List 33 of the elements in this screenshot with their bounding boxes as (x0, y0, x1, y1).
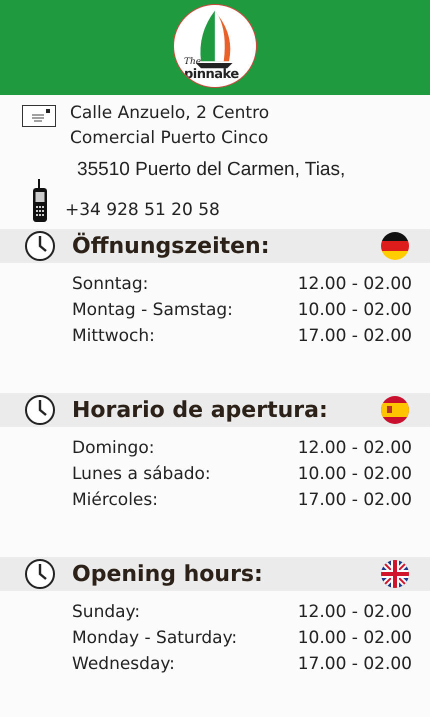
day-label: Mittwoch: (72, 325, 155, 348)
clock-icon (24, 394, 56, 426)
clock-icon (24, 230, 56, 262)
day-label: Sonntag: (72, 273, 148, 296)
city-text: 35510 Puerto del Carmen, Tias, (77, 159, 346, 181)
phone-number: +34 928 51 20 58 (65, 199, 220, 222)
hours-text: 10.00 - 02.00 (298, 627, 412, 650)
section-title: Öffnungszeiten: (72, 234, 271, 258)
flag-icon (380, 395, 410, 425)
day-label: Domingo: (72, 437, 154, 460)
flag-icon (380, 559, 410, 589)
flag-icon (380, 231, 410, 261)
section-title: Opening hours: (72, 562, 264, 586)
day-label: Montag - Samstag: (72, 299, 233, 322)
section-title: Horario de apertura: (72, 398, 329, 422)
mobile-phone-icon (32, 179, 48, 223)
envelope-icon (22, 105, 56, 127)
day-label: Miércoles: (72, 489, 158, 512)
clock-icon (24, 558, 56, 590)
day-label: Sunday: (72, 601, 140, 624)
address-line: Calle Anzuelo, 2 Centro (70, 102, 270, 125)
day-label: Monday - Saturday: (72, 627, 238, 650)
hours-text: 12.00 - 02.00 (298, 437, 412, 460)
address-line: Comercial Puerto Cinco (70, 127, 270, 150)
hours-text: 10.00 - 02.00 (298, 463, 412, 486)
day-label: Wednesday: (72, 653, 175, 676)
day-label: Lunes a sábado: (72, 463, 211, 486)
hours-text: 17.00 - 02.00 (298, 489, 412, 512)
hours-text: 17.00 - 02.00 (298, 325, 412, 348)
hours-text: 17.00 - 02.00 (298, 653, 412, 676)
hours-text: 12.00 - 02.00 (298, 601, 412, 624)
hours-text: 10.00 - 02.00 (298, 299, 412, 322)
hours-text: 12.00 - 02.00 (298, 273, 412, 296)
